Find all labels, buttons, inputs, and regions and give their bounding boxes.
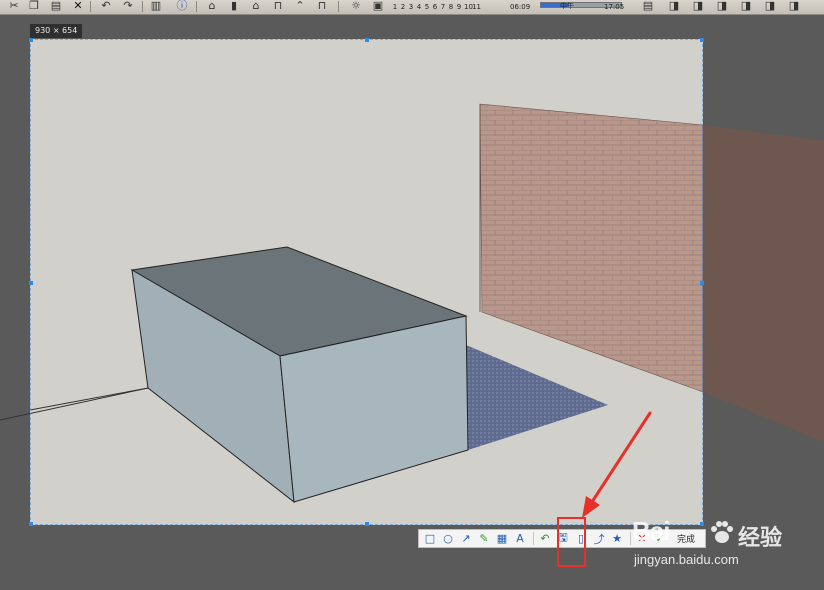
info-icon[interactable]: ⓘ [174,0,190,12]
mosaic-tool-button[interactable]: ▦ [494,531,510,546]
copy-icon[interactable]: ❐ [26,0,42,12]
camera-icon[interactable]: ◨ [714,0,730,12]
pin-tool-button[interactable]: ★ [609,531,625,546]
toolbar-separator [533,532,534,545]
scene-tab[interactable]: 4 [416,3,422,11]
arrow-tool-button[interactable]: ↗ [458,531,474,546]
model-viewport[interactable] [0,15,824,590]
undo-tool-button[interactable]: ↶ [537,531,553,546]
scene-canvas [0,15,824,590]
time-end: 17:05 [604,3,625,11]
scene-tab[interactable]: 7 [440,3,446,11]
undo-icon[interactable]: ↶ [98,0,114,12]
capture-size-label: 930 × 654 [30,24,83,38]
scene-tab[interactable]: 1 [392,3,398,11]
scene-tab[interactable]: 6 [432,3,438,11]
ellipse-tool-button[interactable]: ○ [440,531,456,546]
door-icon[interactable]: ▮ [226,0,242,12]
scene-tab[interactable]: 5 [424,3,430,11]
scene-tab[interactable]: 11 [472,3,481,11]
toolbar-separator [90,1,91,12]
scene-tab[interactable]: 2 [400,3,406,11]
sun-icon[interactable]: ☼ [348,0,364,12]
chair-icon[interactable]: ⊓ [270,0,286,12]
camera-icon[interactable]: ◨ [690,0,706,12]
scene-tab[interactable]: 3 [408,3,414,11]
print-icon[interactable]: ▥ [148,0,164,12]
toolbar-separator [338,1,339,12]
model-info-icon[interactable]: ⊓ [314,0,330,12]
layer-icon[interactable]: ▤ [640,0,656,12]
window-icon[interactable]: ⌂ [248,0,264,12]
house-icon[interactable]: ⌂ [204,0,220,12]
app-toolbar: ✂ ❐ ▤ ✕ ↶ ↷ ▥ ⓘ ⌂ ▮ ⌂ ⊓ ⌃ ⊓ ☼ ▣ 12345678… [0,0,824,15]
paste-icon[interactable]: ▤ [48,0,64,12]
scene-tab[interactable]: 9 [456,3,462,11]
pen-tool-button[interactable]: ✎ [476,531,492,546]
toolbar-separator [142,1,143,12]
watermark-logo: Bai [632,516,670,546]
toolbar-separator [196,1,197,12]
watermark-url: jingyan.baidu.com [634,552,739,567]
scene-tabs: 1 2 3 4 5 6 7 8 9 10 11 [392,3,481,11]
highlight-box [557,517,586,567]
share-tool-button[interactable]: ⤴ [591,531,607,546]
scene-tab[interactable]: 8 [448,3,454,11]
paw-icon [711,521,733,543]
rectangle-tool-button[interactable]: □ [422,531,438,546]
camera-icon[interactable]: ◨ [666,0,682,12]
camera-icon[interactable]: ◨ [786,0,802,12]
brick-wall-dimmed [703,125,824,442]
watermark-brand: 经验 [738,525,783,550]
baidu-watermark: Bai 经验 jingyan.baidu.com [632,516,792,574]
text-tool-button[interactable]: A [512,531,528,546]
toolbar-separator [630,532,631,545]
camera-icon[interactable]: ◨ [762,0,778,12]
delete-icon[interactable]: ✕ [70,0,86,12]
redo-icon[interactable]: ↷ [120,0,136,12]
time-start: 06:09 [510,3,531,11]
time-mid: 中午 [560,2,574,10]
scene-tab[interactable]: 10 [464,3,473,11]
camera-icon[interactable]: ◨ [738,0,754,12]
roof-icon[interactable]: ⌃ [292,0,308,12]
scissors-icon[interactable]: ✂ [6,0,22,12]
pages-icon[interactable]: ▣ [370,0,386,12]
